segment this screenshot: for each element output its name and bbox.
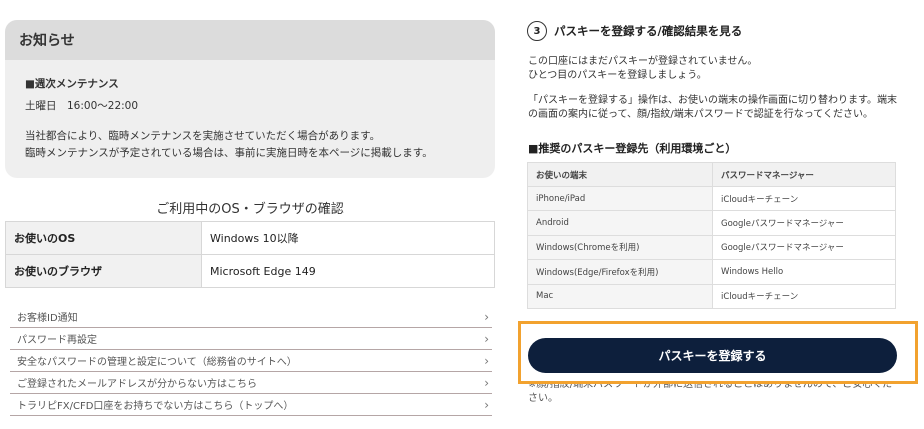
notice-line-1: 当社都合により、臨時メンテナンスを実施させていただく場合があります。 (25, 130, 381, 142)
chevron-right-icon: › (484, 331, 489, 346)
table-row: お使いのブラウザ Microsoft Edge 149 (5, 254, 495, 288)
device-cell: Windows(Edge/Firefoxを利用) (527, 259, 713, 285)
notice-heading: お知らせ (5, 20, 495, 60)
manager-cell: Googleパスワードマネージャー (712, 210, 896, 236)
recommended-title: ■推奨のパスキー登録先（利用環境ごと） (528, 142, 737, 155)
manager-cell: Windows Hello (712, 259, 896, 285)
table-row: Windows(Chromeを利用) Googleパスワードマネージャー (527, 234, 896, 261)
chevron-right-icon: › (484, 375, 489, 390)
device-cell: iPhone/iPad (527, 185, 713, 212)
link-no-account[interactable]: トラリピFX/CFD口座をお持ちでない方はこちら（トップへ） › (10, 394, 492, 416)
link-label: パスワード再設定 (17, 335, 97, 346)
device-cell: Mac (527, 283, 713, 309)
link-label: トラリピFX/CFD口座をお持ちでない方はこちら（トップへ） (17, 401, 294, 412)
browser-label: お使いのブラウザ (5, 254, 202, 288)
notice-title: ■週次メンテナンス (25, 78, 119, 90)
link-customer-id[interactable]: お客様ID通知 › (10, 306, 492, 328)
link-password-safety[interactable]: 安全なパスワードの管理と設定について（総務省のサイトへ） › (10, 350, 492, 372)
intro-line-2: ひとつ目のパスキーを登録しましょう。 (528, 70, 707, 81)
column-header-manager: パスワードマネージャー (712, 162, 896, 187)
manager-cell: iCloudキーチェーン (712, 185, 896, 212)
browser-value: Microsoft Edge 149 (201, 254, 495, 288)
device-cell: Windows(Chromeを利用) (527, 234, 713, 261)
highlight-frame (518, 321, 918, 384)
link-label: 安全なパスワードの管理と設定について（総務省のサイトへ） (17, 357, 297, 368)
step-title: パスキーを登録する/確認結果を見る (554, 24, 743, 38)
notice-time: 土曜日 16:00～22:00 (25, 100, 139, 112)
recommended-table: お使いの端末 パスワードマネージャー iPhone/iPad iCloudキーチ… (527, 162, 896, 309)
table-row: お使いのOS Windows 10以降 (5, 221, 495, 255)
table-row: Android Googleパスワードマネージャー (527, 210, 896, 236)
table-header-row: お使いの端末 パスワードマネージャー (527, 162, 896, 187)
step-header: 3 パスキーを登録する/確認結果を見る (527, 21, 742, 41)
device-cell: Android (527, 210, 713, 236)
intro-line-1: この口座にはまだパスキーが登録されていません。 (528, 56, 758, 67)
link-list: お客様ID通知 › パスワード再設定 › 安全なパスワードの管理と設定について（… (10, 306, 492, 416)
chevron-right-icon: › (484, 397, 489, 412)
notice-line-2: 臨時メンテナンスが予定されている場合は、事前に実施日時を本ページに掲載します。 (25, 147, 433, 159)
chevron-right-icon: › (484, 353, 489, 368)
link-forgot-email[interactable]: ご登録されたメールアドレスが分からない方はこちら › (10, 372, 492, 394)
notice-panel: お知らせ ■週次メンテナンス 土曜日 16:00～22:00 当社都合により、臨… (5, 20, 495, 178)
intro-paragraph: この口座にはまだパスキーが登録されていません。 ひとつ目のパスキーを登録しましょ… (528, 55, 900, 83)
notice-body: ■週次メンテナンス 土曜日 16:00～22:00 当社都合により、臨時メンテナ… (5, 60, 495, 162)
os-label: お使いのOS (5, 221, 202, 255)
chevron-right-icon: › (484, 309, 489, 324)
step-number-badge: 3 (527, 21, 547, 41)
table-row: iPhone/iPad iCloudキーチェーン (527, 185, 896, 212)
link-label: お客様ID通知 (17, 313, 78, 324)
environment-title: ご利用中のOS・ブラウザの確認 (156, 202, 344, 217)
column-header-device: お使いの端末 (527, 162, 713, 187)
table-row: Windows(Edge/Firefoxを利用) Windows Hello (527, 259, 896, 285)
instruction-paragraph: 「パスキーを登録する」操作は、お使いの端末の操作画面に切り替わります。端末の画面… (528, 95, 897, 120)
manager-cell: Googleパスワードマネージャー (712, 234, 896, 261)
environment-table: お使いのOS Windows 10以降 お使いのブラウザ Microsoft E… (5, 221, 495, 288)
table-row: Mac iCloudキーチェーン (527, 283, 896, 309)
link-label: ご登録されたメールアドレスが分からない方はこちら (17, 379, 257, 390)
manager-cell: iCloudキーチェーン (712, 283, 896, 309)
os-value: Windows 10以降 (201, 221, 495, 255)
link-password-reset[interactable]: パスワード再設定 › (10, 328, 492, 350)
